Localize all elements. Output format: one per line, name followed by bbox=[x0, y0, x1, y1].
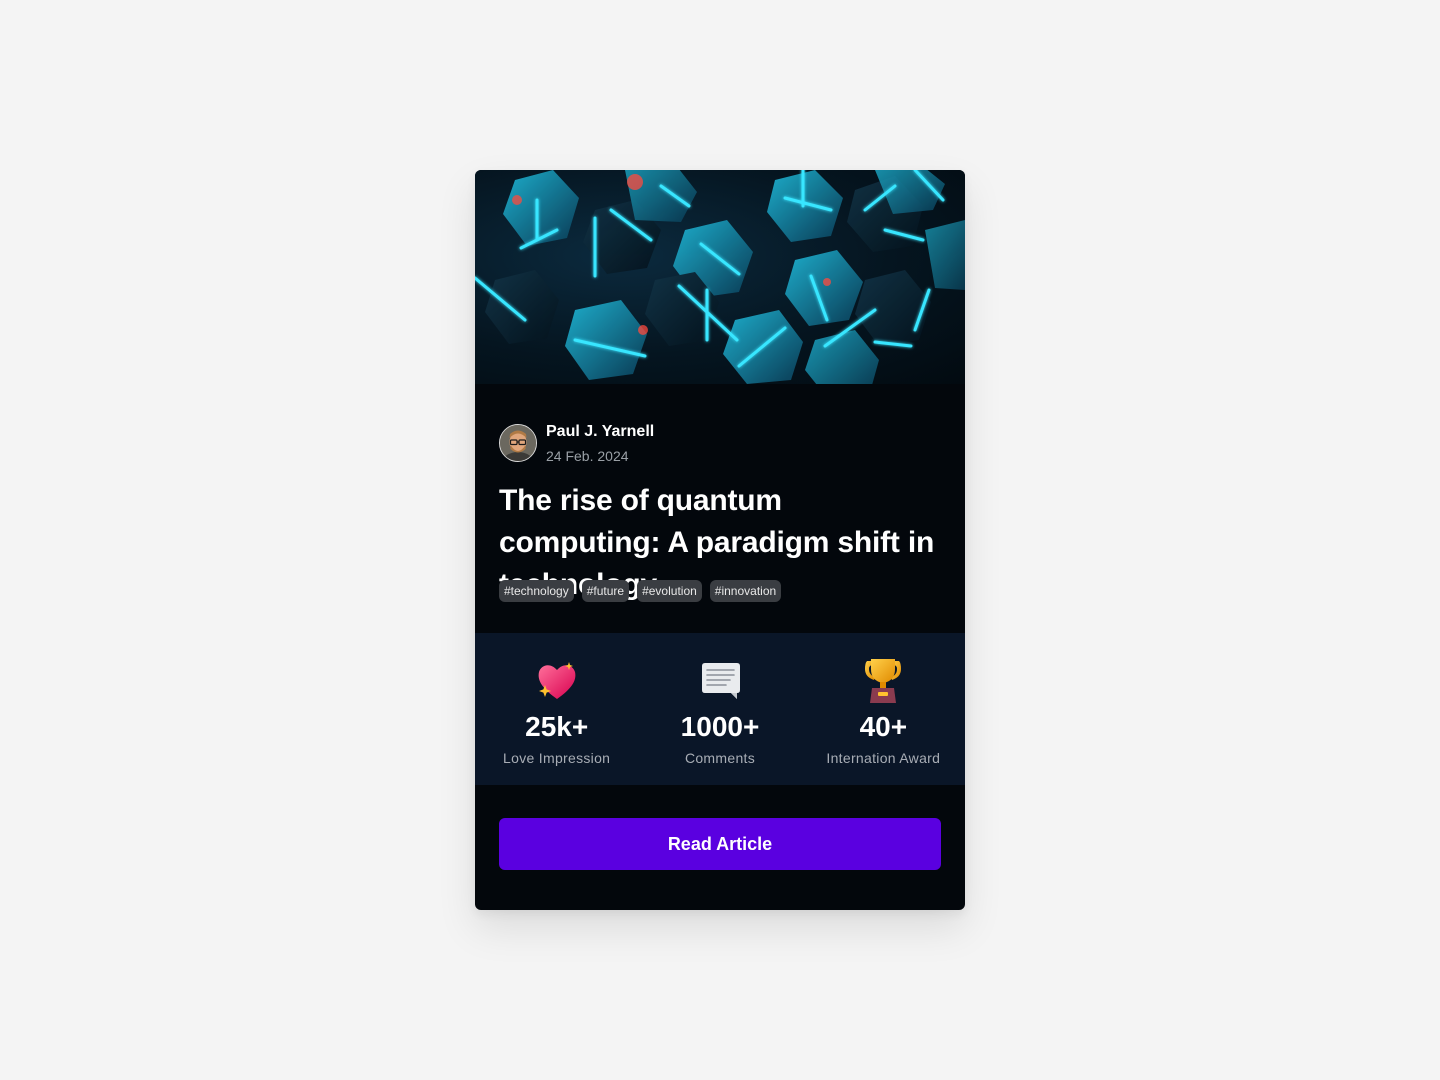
stat-label: Love Impression bbox=[503, 750, 611, 766]
tag-evolution[interactable]: #evolution bbox=[637, 580, 702, 602]
stat-international-award: 40+ Internation Award bbox=[802, 633, 965, 785]
stat-label: Comments bbox=[684, 750, 756, 766]
stat-value: 40+ bbox=[859, 711, 908, 742]
stat-label: Internation Award bbox=[826, 750, 941, 766]
tag-innovation[interactable]: #innovation bbox=[709, 580, 782, 602]
stat-love-impression: 25k+ Love Impression bbox=[475, 633, 638, 785]
author-name[interactable]: Paul J. Yarnell bbox=[546, 423, 654, 441]
avatar[interactable] bbox=[499, 424, 537, 462]
stats-panel: 25k+ Love Impression 1000+ Comments 40+ … bbox=[475, 633, 965, 785]
read-article-button[interactable]: Read Article bbox=[499, 818, 941, 870]
comment-bubble-icon bbox=[701, 663, 740, 699]
publish-date: 24 Feb. 2024 bbox=[546, 447, 629, 464]
tag-technology[interactable]: #technology bbox=[499, 580, 574, 602]
sparkling-heart-icon bbox=[538, 662, 576, 699]
tag-future[interactable]: #future bbox=[581, 580, 630, 602]
hero-image bbox=[475, 170, 965, 384]
stat-value: 25k+ bbox=[525, 711, 589, 742]
author-block: Paul J. Yarnell 24 Feb. 2024 bbox=[499, 423, 654, 464]
stat-value: 1000+ bbox=[680, 711, 760, 742]
trophy-icon bbox=[865, 659, 902, 703]
tag-list: #technology #future #evolution #innovati… bbox=[499, 580, 782, 602]
article-card: Paul J. Yarnell 24 Feb. 2024 The rise of… bbox=[475, 170, 965, 910]
stat-comments: 1000+ Comments bbox=[638, 633, 801, 785]
